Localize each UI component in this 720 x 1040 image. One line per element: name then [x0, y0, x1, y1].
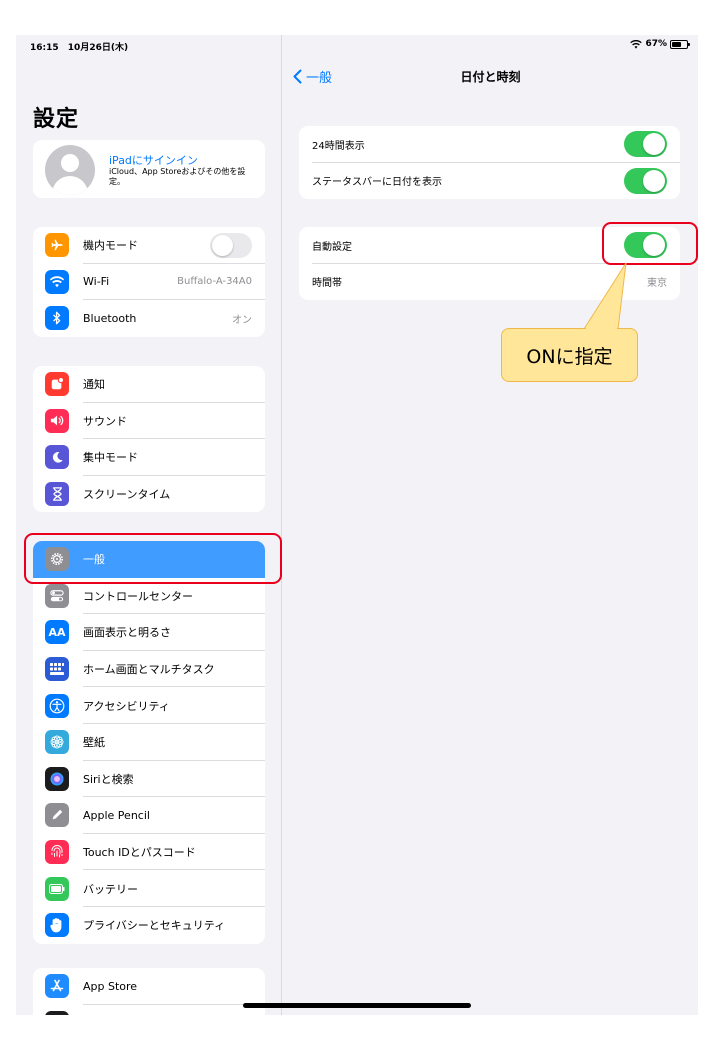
airplane-mode-toggle[interactable]	[210, 232, 252, 258]
sidebar-item-label: Touch IDとパスコード	[83, 846, 196, 860]
sidebar-item-label: Apple Pencil	[83, 808, 150, 822]
wallet-icon	[45, 1010, 69, 1015]
status-date: 10月26日(木)	[67, 43, 129, 53]
show-date-toggle[interactable]	[624, 167, 667, 194]
siri-icon	[45, 766, 69, 791]
row-time-zone[interactable]: 時間帯 東京	[299, 264, 680, 301]
sidebar-item-label: Siriと検索	[83, 772, 134, 786]
sidebar-item-sounds[interactable]: サウンド	[33, 403, 265, 440]
fingerprint-icon	[45, 840, 69, 865]
sidebar-item-label: プライバシーとセキュリティ	[83, 919, 226, 933]
callout-text: ONに指定	[526, 345, 613, 368]
hand-icon	[45, 913, 69, 938]
row-label: 自動設定	[312, 241, 352, 253]
sidebar-item-touch-id[interactable]: Touch IDとパスコード	[33, 834, 265, 871]
wifi-status-icon	[630, 39, 643, 49]
row-show-date-status-bar: ステータスバーに日付を表示	[299, 163, 680, 200]
wifi-network-name: Buffalo-A-34A0	[177, 276, 252, 288]
sidebar-item-wallpaper[interactable]: 壁紙	[33, 724, 265, 761]
battery-status-icon	[670, 39, 690, 49]
sidebar-item-wifi[interactable]: Wi-Fi Buffalo-A-34A0	[33, 264, 265, 301]
connectivity-group: 機内モード Wi-Fi Buffalo-A-34A0 Bluetooth オン	[33, 227, 265, 337]
row-label: 時間帯	[312, 278, 342, 290]
sidebar-item-label: Bluetooth	[83, 311, 137, 325]
store-group: App Store	[33, 968, 265, 1015]
sidebar-item-label: コントロールセンター	[83, 589, 193, 603]
sidebar-item-label: 集中モード	[83, 451, 138, 465]
sidebar-item-privacy[interactable]: プライバシーとセキュリティ	[33, 907, 265, 944]
speaker-icon	[45, 408, 69, 433]
sidebar-item-label: 機内モード	[83, 239, 138, 253]
sidebar-item-label: 通知	[83, 378, 105, 392]
auto-set-highlight-box	[602, 222, 698, 265]
battery-icon	[45, 876, 69, 901]
row-label: ステータスバーに日付を表示	[312, 177, 442, 189]
callout-annotation: ONに指定	[501, 328, 638, 382]
24-hour-toggle[interactable]	[624, 131, 667, 158]
status-time: 16:15	[30, 43, 59, 53]
general-group: 一般 コントロールセンター AA 画面表示と明るさ ホーム画面とマルチタスク ア…	[33, 541, 265, 944]
sidebar-item-label: サウンド	[83, 414, 127, 428]
bell-icon	[45, 372, 69, 397]
sidebar-item-siri[interactable]: Siriと検索	[33, 761, 265, 798]
sidebar-item-apple-pencil[interactable]: Apple Pencil	[33, 797, 265, 834]
switches-icon	[45, 583, 69, 608]
time-zone-value: 東京	[647, 278, 667, 290]
sign-in-card[interactable]: iPadにサインイン iCloud、App Storeおよびその他を設定。	[33, 140, 265, 198]
sidebar-item-next[interactable]	[33, 1005, 265, 1015]
sidebar-item-home-screen[interactable]: ホーム画面とマルチタスク	[33, 651, 265, 688]
row-label: 24時間表示	[312, 140, 365, 152]
settings-sidebar: 16:15 10月26日(木) 設定 iPadにサインイン iCloud、App…	[16, 35, 282, 1015]
status-time-date: 16:15 10月26日(木)	[30, 40, 134, 53]
page-title: 日付と時刻	[460, 70, 521, 84]
bluetooth-status: オン	[232, 314, 252, 326]
sidebar-item-label: 画面表示と明るさ	[83, 626, 171, 640]
accessibility-icon	[45, 693, 69, 718]
avatar	[45, 145, 95, 195]
date-time-pane: 67% 一般 日付と時刻 24時間表示 ステータスバーに日付を表示 自動設定 時…	[283, 35, 698, 1015]
sidebar-item-label: バッテリー	[83, 882, 138, 896]
sidebar-item-label: Wi-Fi	[83, 275, 110, 289]
moon-icon	[45, 445, 69, 470]
time-format-group: 24時間表示 ステータスバーに日付を表示	[299, 126, 680, 199]
home-indicator	[243, 1003, 471, 1008]
hourglass-icon	[45, 482, 69, 507]
sidebar-item-app-store[interactable]: App Store	[33, 968, 265, 1005]
bluetooth-icon	[45, 306, 69, 331]
sidebar-item-accessibility[interactable]: アクセシビリティ	[33, 687, 265, 724]
flower-icon	[45, 730, 69, 755]
ipad-screen: 16:15 10月26日(木) 設定 iPadにサインイン iCloud、App…	[16, 35, 698, 1015]
general-highlight-box	[24, 533, 282, 584]
text-size-icon: AA	[45, 620, 69, 645]
app-store-icon	[45, 974, 69, 999]
status-right: 67%	[630, 39, 690, 49]
sidebar-item-focus[interactable]: 集中モード	[33, 439, 265, 476]
notifications-group: 通知 サウンド 集中モード スクリーンタイム	[33, 366, 265, 513]
sidebar-title: 設定	[33, 107, 80, 132]
battery-percent: 67%	[645, 39, 667, 49]
sidebar-item-bluetooth[interactable]: Bluetooth オン	[33, 300, 265, 337]
sidebar-item-display[interactable]: AA 画面表示と明るさ	[33, 614, 265, 651]
sidebar-item-notifications[interactable]: 通知	[33, 366, 265, 403]
grid-icon	[45, 657, 69, 682]
sidebar-item-battery[interactable]: バッテリー	[33, 870, 265, 907]
sign-in-title: iPadにサインイン	[109, 154, 198, 167]
airplane-icon	[45, 233, 69, 258]
sidebar-item-airplane-mode[interactable]: 機内モード	[33, 227, 265, 264]
sidebar-item-label: 壁紙	[83, 736, 105, 750]
sidebar-item-label: スクリーンタイム	[83, 488, 171, 502]
sidebar-item-label: アクセシビリティ	[83, 699, 170, 713]
sidebar-item-screen-time[interactable]: スクリーンタイム	[33, 476, 265, 513]
pencil-icon	[45, 803, 69, 828]
sidebar-item-label: App Store	[83, 979, 138, 993]
row-24-hour: 24時間表示	[299, 126, 680, 163]
wifi-icon	[45, 269, 69, 294]
sidebar-item-label: ホーム画面とマルチタスク	[83, 663, 215, 677]
sign-in-subtitle: iCloud、App Storeおよびその他を設定。	[109, 167, 246, 186]
